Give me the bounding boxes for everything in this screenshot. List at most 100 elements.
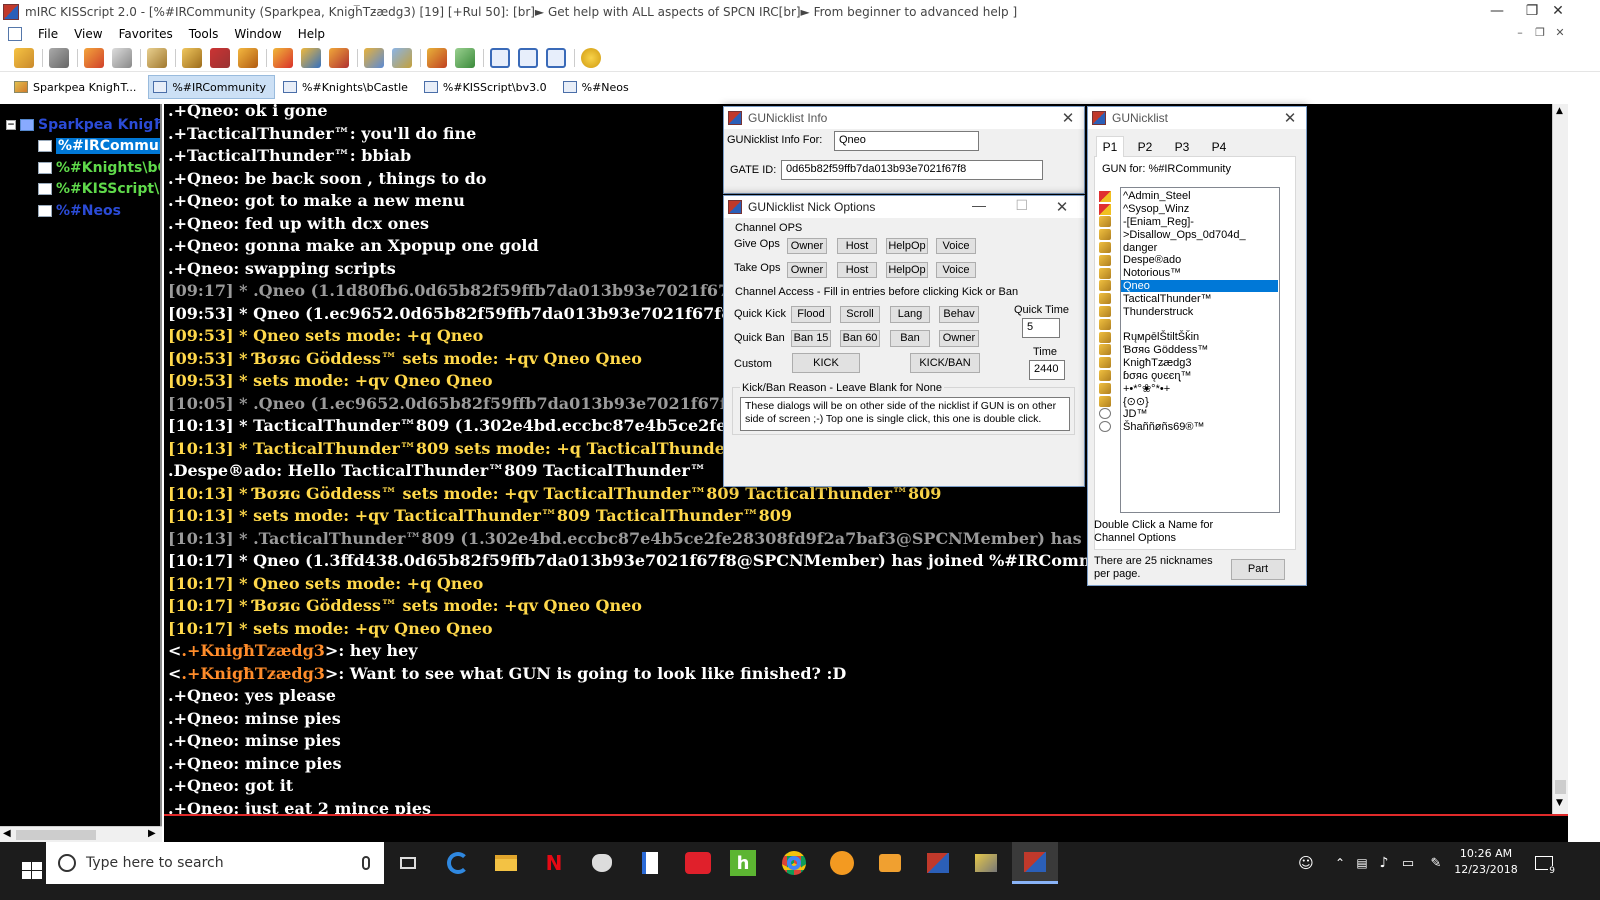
give-owner-button[interactable]: Owner bbox=[787, 238, 827, 254]
dialog-close-button[interactable]: ✕ bbox=[1052, 198, 1072, 216]
nicklist-item[interactable]: JD™ bbox=[1099, 408, 1279, 421]
kick-scroll-button[interactable]: Scroll bbox=[840, 306, 880, 323]
give-voice-button[interactable]: Voice bbox=[936, 238, 976, 254]
nicklist-item[interactable]: ^Sysop_Winz bbox=[1099, 203, 1279, 216]
urls-icon[interactable] bbox=[427, 47, 447, 68]
gate-id-field[interactable]: 0d65b82f59ffb7da013b93e7021f67f8 bbox=[781, 160, 1043, 180]
nicklist-item[interactable]: Qneo bbox=[1099, 279, 1279, 293]
nicklist-item[interactable]: danger bbox=[1099, 241, 1279, 254]
nicklist-item[interactable]: ^Admin_Steel bbox=[1099, 190, 1279, 203]
file-explorer-icon[interactable] bbox=[490, 848, 522, 878]
received-files-icon[interactable] bbox=[392, 47, 412, 68]
ban-60-button[interactable]: Ban 60 bbox=[840, 330, 880, 347]
nicklist-item[interactable]: Thunderstruck bbox=[1099, 305, 1279, 318]
tab-p2[interactable]: P2 bbox=[1132, 137, 1158, 157]
dialog-close-button[interactable]: ✕ bbox=[1280, 109, 1300, 127]
mirc-icon[interactable] bbox=[922, 848, 954, 878]
chat-input[interactable] bbox=[164, 814, 1568, 842]
tree-item-ircommunity[interactable]: %#IRCommunity bbox=[38, 136, 160, 156]
options-icon[interactable] bbox=[49, 47, 69, 68]
online-timer-icon[interactable] bbox=[455, 47, 475, 68]
cascade-icon[interactable] bbox=[546, 47, 566, 68]
menu-window[interactable]: Window bbox=[226, 27, 289, 41]
app-icon[interactable] bbox=[682, 848, 714, 878]
dcc-get-icon[interactable] bbox=[329, 47, 349, 68]
time-field[interactable]: 2440 bbox=[1029, 360, 1065, 380]
minimize-button[interactable]: — bbox=[1474, 0, 1520, 24]
app-icon[interactable] bbox=[586, 848, 618, 878]
nicklist-item[interactable]: Despe®ado bbox=[1099, 254, 1279, 267]
clock-time[interactable]: 10:26 AM bbox=[1446, 847, 1526, 860]
tab-p1[interactable]: P1 bbox=[1096, 136, 1124, 157]
connect-icon[interactable] bbox=[14, 47, 34, 68]
take-voice-button[interactable]: Voice bbox=[936, 262, 976, 278]
notify-icon[interactable] bbox=[238, 47, 258, 68]
microphone-icon[interactable] bbox=[362, 856, 370, 870]
dialog-minimize-button[interactable]: — bbox=[972, 197, 986, 213]
ban-15-button[interactable]: Ban 15 bbox=[791, 330, 831, 347]
media-player-icon[interactable] bbox=[874, 848, 906, 878]
scripts-editor-icon[interactable] bbox=[147, 47, 167, 68]
scroll-left-icon[interactable]: ◀ bbox=[3, 828, 11, 839]
nicklist-item[interactable]: >Disallow_Ops_0d704d_ bbox=[1099, 228, 1279, 241]
scroll-thumb[interactable] bbox=[1555, 780, 1566, 794]
tab-p4[interactable]: P4 bbox=[1206, 137, 1232, 157]
mdi-minimize-button[interactable]: – bbox=[1510, 26, 1530, 42]
dialog-maximize-button[interactable]: ☐ bbox=[1015, 197, 1028, 214]
chat-nick[interactable]: .+KnigħTz̵ædg3 bbox=[181, 641, 325, 660]
kick-lang-button[interactable]: Lang bbox=[890, 306, 930, 323]
hangouts-icon[interactable]: h bbox=[730, 850, 756, 876]
nicklist-item[interactable]: TacticalThunder™ bbox=[1099, 292, 1279, 305]
notification-center-icon[interactable]: 9 bbox=[1528, 848, 1560, 878]
close-button[interactable]: ✕ bbox=[1546, 0, 1570, 24]
nicklist-item[interactable]: RųмρēlŠtiltŠǩin bbox=[1099, 331, 1279, 344]
document-app-icon[interactable] bbox=[634, 848, 666, 878]
mirc-active-icon[interactable] bbox=[1012, 842, 1058, 884]
info-for-field[interactable]: Qneo bbox=[834, 131, 979, 151]
ban-button[interactable]: Ban bbox=[890, 330, 930, 347]
take-owner-button[interactable]: Owner bbox=[787, 262, 827, 278]
chat-vertical-scrollbar[interactable]: ▲ ▼ bbox=[1552, 104, 1568, 814]
channels-list-icon[interactable] bbox=[112, 47, 132, 68]
scroll-up-icon[interactable]: ▲ bbox=[1556, 106, 1563, 116]
tree-item-knights[interactable]: %#Knights\bCas bbox=[38, 158, 160, 178]
menu-help[interactable]: Help bbox=[290, 27, 333, 41]
tree-item-kisscript[interactable]: %#KISScript\bv3 bbox=[38, 179, 160, 199]
tab-p3[interactable]: P3 bbox=[1169, 137, 1195, 157]
nicklist-item[interactable]: -[Eniam_Reg]- bbox=[1099, 216, 1279, 229]
chrome-icon[interactable] bbox=[778, 848, 810, 878]
tree-item-server[interactable]: − Sparkpea KnigħTz bbox=[6, 115, 160, 135]
colors-icon[interactable] bbox=[210, 47, 230, 68]
mdi-restore-button[interactable]: ❐ bbox=[1530, 26, 1550, 42]
part-button[interactable]: Part bbox=[1231, 559, 1285, 580]
quick-time-field[interactable]: 5 bbox=[1022, 318, 1060, 338]
collapse-icon[interactable]: − bbox=[6, 120, 16, 130]
task-view-icon[interactable] bbox=[392, 848, 424, 878]
kick-button[interactable]: KICK bbox=[792, 353, 860, 373]
mdi-close-button[interactable]: ✕ bbox=[1550, 26, 1570, 42]
people-icon[interactable]: ☺ bbox=[1290, 848, 1322, 878]
nicklist-item[interactable]: {⊙⊙} bbox=[1099, 395, 1279, 408]
nicklist-item[interactable]: +•*°❀°*•+ bbox=[1099, 382, 1279, 395]
tile-horizontal-icon[interactable] bbox=[490, 47, 510, 68]
taskbar-search[interactable]: Type here to search bbox=[46, 842, 384, 884]
scroll-down-icon[interactable]: ▼ bbox=[1556, 798, 1563, 808]
nicklist-item[interactable]: Notorious™ bbox=[1099, 267, 1279, 280]
reason-field[interactable]: These dialogs will be on other side of t… bbox=[740, 397, 1070, 431]
nicklist-item[interactable]: Šhaññøñs69®™ bbox=[1099, 420, 1279, 433]
clock-date[interactable]: 12/23/2018 bbox=[1446, 863, 1526, 876]
nicklist-item[interactable]: ɓσяɢ ǫʋєєɳ™ bbox=[1099, 369, 1279, 382]
log-icon[interactable] bbox=[364, 47, 384, 68]
scroll-thumb[interactable] bbox=[16, 830, 96, 840]
switchbar-tab-neos[interactable]: %#Neos bbox=[559, 75, 637, 99]
app-icon[interactable] bbox=[826, 848, 858, 878]
app-icon[interactable] bbox=[970, 848, 1002, 878]
take-host-button[interactable]: Host bbox=[837, 262, 877, 278]
switchbar-tab-ircommunity[interactable]: %#IRCommunity bbox=[148, 75, 276, 99]
dialog-close-button[interactable]: ✕ bbox=[1058, 109, 1078, 127]
ban-owner-button[interactable]: Owner bbox=[939, 330, 979, 347]
take-helpop-button[interactable]: HelpOp bbox=[886, 262, 928, 278]
favorites-icon[interactable] bbox=[84, 47, 104, 68]
netflix-icon[interactable]: N bbox=[538, 848, 570, 878]
kick-ban-button[interactable]: KICK/BAN bbox=[910, 353, 980, 373]
